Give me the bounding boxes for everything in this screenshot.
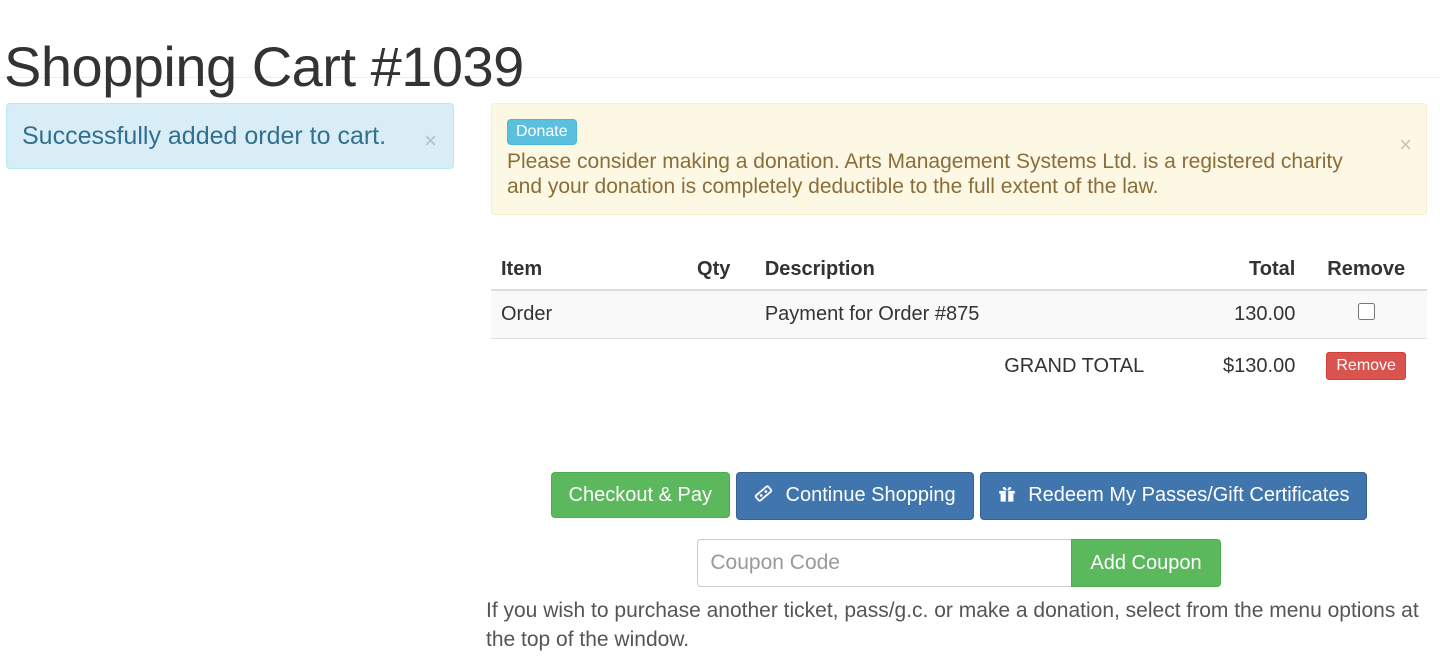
remove-button[interactable]: Remove	[1326, 352, 1406, 380]
donation-alert-message: Please consider making a donation. Arts …	[507, 150, 1343, 198]
grand-total-blank-item	[491, 338, 688, 392]
cell-remove	[1305, 289, 1427, 339]
grand-total-value: $130.00	[1154, 338, 1306, 392]
add-coupon-label: Add Coupon	[1090, 552, 1202, 574]
column-header-total: Total	[1154, 250, 1306, 291]
donate-button[interactable]: Donate	[507, 119, 577, 145]
grand-total-remove-cell: Remove	[1305, 338, 1427, 392]
column-header-remove: Remove	[1305, 250, 1427, 291]
ticket-icon	[754, 484, 773, 509]
cell-total: 130.00	[1154, 289, 1306, 339]
success-alert-message: Successfully added order to cart.	[22, 122, 387, 150]
checkout-and-pay-button[interactable]: Checkout & Pay	[550, 472, 730, 518]
right-column: Donate Please consider making a donation…	[491, 103, 1427, 215]
cart-table-header-row: Item Qty Description Total Remove	[491, 250, 1427, 291]
cell-description: Payment for Order #875	[754, 289, 995, 339]
checkout-and-pay-label: Checkout & Pay	[568, 484, 712, 506]
table-row: Order Payment for Order #875 130.00	[491, 289, 1427, 339]
coupon-row: Add Coupon	[491, 539, 1427, 587]
donation-alert-close-icon[interactable]: ×	[1399, 134, 1412, 156]
redeem-passes-button[interactable]: Redeem My Passes/Gift Certificates	[979, 472, 1368, 520]
left-column: Successfully added order to cart. ×	[6, 103, 454, 169]
column-header-qty: Qty	[687, 250, 755, 291]
donation-alert: Donate Please consider making a donation…	[491, 103, 1427, 215]
grand-total-blank-qty	[687, 338, 755, 392]
coupon-code-input[interactable]	[697, 539, 1073, 587]
cell-qty	[687, 289, 755, 339]
column-header-description: Description	[754, 250, 995, 291]
success-alert: Successfully added order to cart. ×	[6, 103, 454, 169]
redeem-passes-label: Redeem My Passes/Gift Certificates	[1028, 484, 1350, 506]
success-alert-close-icon[interactable]: ×	[424, 130, 437, 152]
footer-note: If you wish to purchase another ticket, …	[486, 599, 1419, 651]
continue-shopping-label: Continue Shopping	[785, 484, 956, 506]
continue-shopping-button[interactable]: Continue Shopping	[735, 472, 974, 520]
cart-table: Item Qty Description Total Remove Order …	[491, 250, 1427, 392]
page-title: Shopping Cart #1039	[4, 34, 524, 98]
page-header: Shopping Cart #1039	[0, 0, 1440, 98]
grand-total-label: GRAND TOTAL	[994, 338, 1155, 392]
column-header-spacer	[994, 250, 1155, 291]
action-bar: Checkout & Pay Continue Shopping Redeem …	[491, 472, 1427, 520]
cart-table-head: Item Qty Description Total Remove	[491, 250, 1427, 291]
add-coupon-button[interactable]: Add Coupon	[1071, 539, 1221, 587]
cart-table-body: Order Payment for Order #875 130.00 GRAN…	[491, 289, 1427, 392]
grand-total-blank-desc	[754, 338, 995, 392]
column-header-item: Item	[491, 250, 688, 291]
cell-spacer	[994, 289, 1155, 339]
cell-item: Order	[491, 289, 688, 339]
grand-total-row: GRAND TOTAL $130.00 Remove	[491, 338, 1427, 392]
remove-item-checkbox[interactable]	[1357, 303, 1375, 320]
gift-icon	[998, 485, 1016, 509]
